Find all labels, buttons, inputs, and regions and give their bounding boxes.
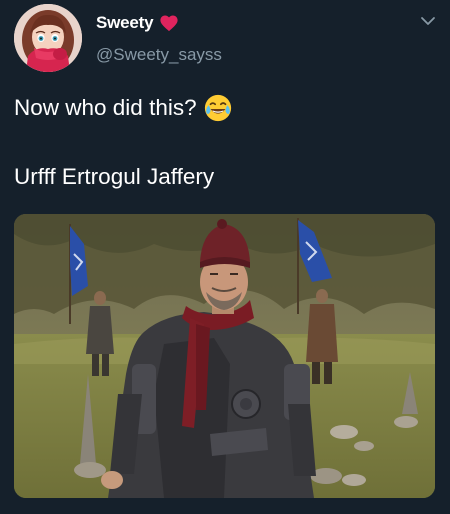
tweet-text-1: Now who did this?	[14, 95, 197, 120]
tweet-card[interactable]: Sweety @Sweety_sayss Now who did this? U…	[0, 0, 450, 514]
tears-of-joy-emoji-icon	[204, 94, 231, 122]
chevron-down-icon[interactable]	[419, 14, 437, 28]
tweet-photo[interactable]	[14, 214, 435, 498]
tweet-text-line-2: Urfff Ertrogul Jaffery	[14, 164, 215, 189]
tweet-text-line-1: Now who did this?	[14, 93, 233, 123]
author-handle[interactable]: @Sweety_sayss	[96, 45, 222, 65]
display-name-text: Sweety	[96, 13, 154, 32]
red-heart-icon	[160, 15, 178, 32]
author-display-name[interactable]: Sweety	[96, 13, 179, 33]
photo-armored-man-with-flags	[14, 214, 435, 498]
avatar-illustration	[14, 4, 82, 72]
avatar[interactable]	[14, 4, 82, 72]
